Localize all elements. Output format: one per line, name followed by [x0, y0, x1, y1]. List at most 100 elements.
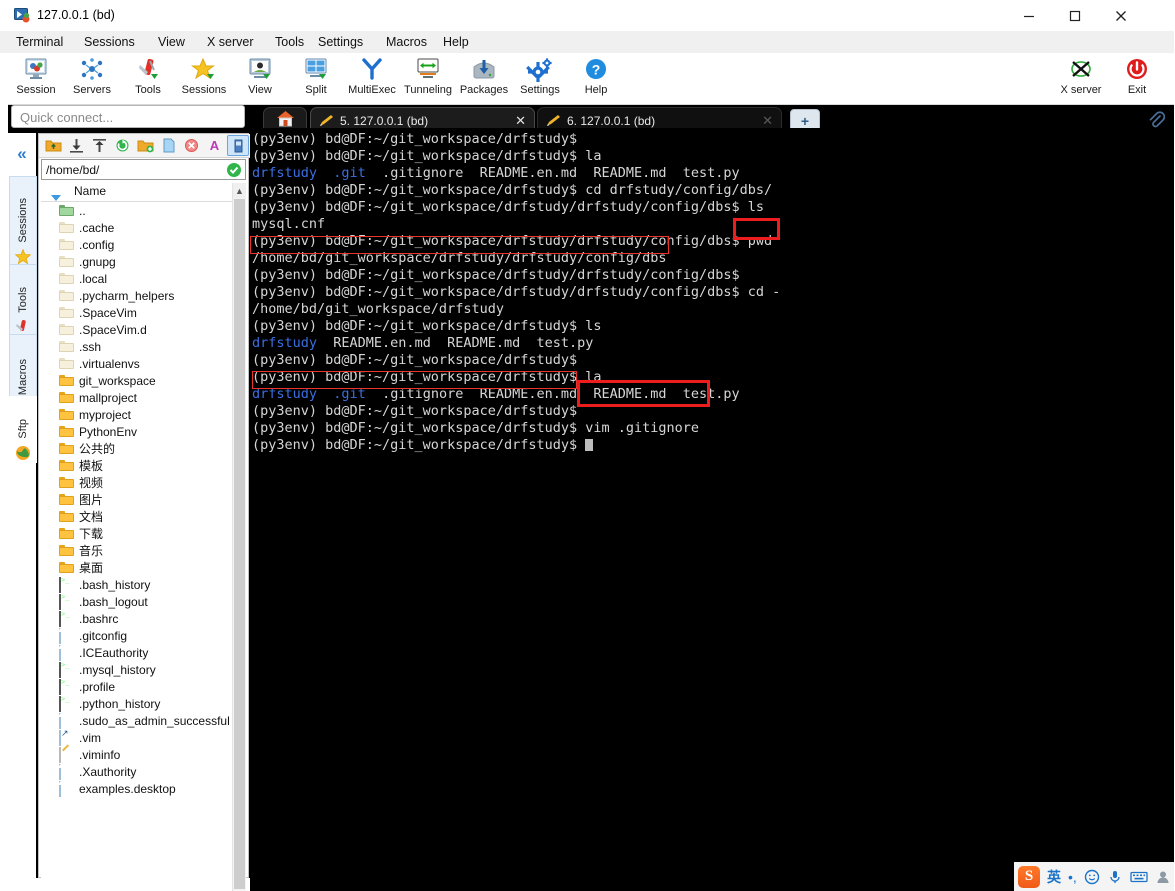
sidebar-item-sessions[interactable]: Sessions	[9, 176, 37, 267]
sidebar-item-sftp[interactable]: Sftp	[9, 396, 37, 463]
file-list-item[interactable]: PythonEnv	[41, 423, 233, 440]
file-list-item[interactable]: mallproject	[41, 389, 233, 406]
chevron-double-left-icon[interactable]: «	[8, 140, 36, 168]
file-list-item[interactable]: examples.desktop	[41, 780, 233, 797]
file-list-item[interactable]: .SpaceVim.d	[41, 321, 233, 338]
terminal-line: drfstudy .git .gitignore README.en.md RE…	[252, 386, 780, 403]
file-list-item[interactable]: .sudo_as_admin_successful	[41, 712, 233, 729]
toolbar-packages[interactable]: Packages	[455, 55, 513, 104]
microphone-icon[interactable]	[1107, 869, 1123, 885]
maximize-button[interactable]	[1052, 0, 1098, 31]
sftp-file-list[interactable]: .. .cache .config .gnupg .local .pycharm_help…	[41, 202, 233, 891]
folder-up-icon[interactable]	[43, 136, 63, 155]
toolbar-view[interactable]: View	[231, 55, 289, 104]
menu-view[interactable]: View	[152, 31, 191, 53]
sogou-logo-icon[interactable]: S	[1018, 865, 1040, 888]
file-list-item[interactable]: 公共的	[41, 440, 233, 457]
terminal-output[interactable]: (py3env) bd@DF:~/git_workspace/drfstudy$…	[250, 128, 1175, 878]
file-list-item[interactable]: .bash_history	[41, 576, 233, 593]
file-list-item[interactable]: .local	[41, 270, 233, 287]
menu-terminal[interactable]: Terminal	[10, 31, 69, 53]
menu-macros[interactable]: Macros	[380, 31, 433, 53]
file-list-item[interactable]: 文档	[41, 508, 233, 525]
toolbar-exit[interactable]: Exit	[1108, 55, 1166, 104]
file-list-item[interactable]: git_workspace	[41, 372, 233, 389]
file-list-item[interactable]: .bash_logout	[41, 593, 233, 610]
close-button[interactable]	[1098, 0, 1144, 31]
file-list-item[interactable]: .virtualenvs	[41, 355, 233, 372]
file-list-item[interactable]: .bashrc	[41, 610, 233, 627]
toolbar-split[interactable]: Split	[287, 55, 345, 104]
file-list-item[interactable]: .gitconfig	[41, 627, 233, 644]
file-list-item[interactable]: .pycharm_helpers	[41, 287, 233, 304]
keyboard-icon[interactable]	[1130, 870, 1148, 884]
file-list-item[interactable]: .mysql_history	[41, 661, 233, 678]
download-icon[interactable]	[66, 136, 86, 155]
minimize-button[interactable]	[1006, 0, 1052, 31]
check-circle-icon[interactable]	[226, 162, 242, 183]
file-list-item[interactable]: 图片	[41, 491, 233, 508]
delete-icon[interactable]	[181, 136, 201, 155]
file-list-item[interactable]: .SpaceVim	[41, 304, 233, 321]
file-list-item[interactable]: myproject	[41, 406, 233, 423]
file-list-header: Name	[41, 183, 246, 202]
menu-help[interactable]: Help	[437, 31, 475, 53]
toolbar-tunneling[interactable]: Tunneling	[399, 55, 457, 104]
file-list-item[interactable]: ..	[41, 202, 233, 219]
svg-text:A: A	[209, 138, 219, 153]
sidebar-item-tools[interactable]: Tools	[9, 264, 37, 337]
menu-sessions[interactable]: Sessions	[78, 31, 141, 53]
menu-tools[interactable]: Tools	[269, 31, 310, 53]
toolbar-view-label: View	[248, 84, 272, 96]
terminal-tab-6-close[interactable]: ✕	[762, 113, 773, 129]
file-list-item[interactable]: 下载	[41, 525, 233, 542]
toolbar-xserver[interactable]: X server	[1052, 55, 1110, 104]
refresh-icon[interactable]	[112, 136, 132, 155]
shell-file-icon	[59, 696, 61, 712]
toolbar-settings[interactable]: Settings	[511, 55, 569, 104]
new-file-icon[interactable]	[158, 136, 178, 155]
file-list-item[interactable]: 视频	[41, 474, 233, 491]
toolbar-servers[interactable]: Servers	[63, 55, 121, 104]
sftp-path-input[interactable]: /home/bd/	[41, 159, 246, 180]
main-toolbar: Session Servers Tools Sessions View Spli…	[0, 53, 1175, 105]
quick-connect-input[interactable]: Quick connect...	[11, 105, 245, 128]
sidebar-item-macros-label: Macros	[17, 358, 29, 395]
file-list-item[interactable]: 音乐	[41, 542, 233, 559]
toggle-panel-icon[interactable]	[227, 135, 249, 156]
file-list-item[interactable]: 模板	[41, 457, 233, 474]
toolbar-packages-label: Packages	[459, 84, 509, 96]
upload-icon[interactable]	[89, 136, 109, 155]
toolbar-multiexec[interactable]: MultiExec	[343, 55, 401, 104]
input-mode-icon[interactable]: 英	[1047, 867, 1061, 887]
file-name: .local	[79, 271, 108, 286]
file-list-item[interactable]: .ICEauthority	[41, 644, 233, 661]
punctuation-icon[interactable]: •,	[1068, 869, 1077, 885]
toolbar-help[interactable]: ? Help	[567, 55, 625, 104]
file-list-scrollbar[interactable]: ▲ ▼	[232, 183, 246, 891]
menu-x-server[interactable]: X server	[201, 31, 260, 53]
file-list-item[interactable]: .python_history	[41, 695, 233, 712]
toolbar-session[interactable]: Session	[7, 55, 65, 104]
rename-icon[interactable]: A	[204, 136, 224, 155]
file-list-item[interactable]: .viminfo	[41, 746, 233, 763]
user-icon[interactable]	[1155, 869, 1171, 885]
servers-icon	[63, 55, 121, 83]
toolbar-tools[interactable]: Tools	[119, 55, 177, 104]
chevron-up-icon[interactable]: ▲	[233, 183, 246, 198]
file-list-item[interactable]: .profile	[41, 678, 233, 695]
column-header-name[interactable]: Name	[74, 184, 106, 198]
file-list-item[interactable]: .config	[41, 236, 233, 253]
emoji-icon[interactable]	[1084, 869, 1100, 885]
scrollbar-thumb[interactable]	[234, 199, 245, 889]
file-list-item[interactable]: .gnupg	[41, 253, 233, 270]
file-list-item[interactable]: 桌面	[41, 559, 233, 576]
file-list-item[interactable]: .cache	[41, 219, 233, 236]
file-list-item[interactable]: .ssh	[41, 338, 233, 355]
file-list-item[interactable]: .vim	[41, 729, 233, 746]
file-list-item[interactable]: .Xauthority	[41, 763, 233, 780]
new-folder-icon[interactable]	[135, 136, 155, 155]
toolbar-sessions-star[interactable]: Sessions	[175, 55, 233, 104]
menu-settings[interactable]: Settings	[312, 31, 369, 53]
terminal-tab-5-close[interactable]: ✕	[515, 113, 526, 129]
